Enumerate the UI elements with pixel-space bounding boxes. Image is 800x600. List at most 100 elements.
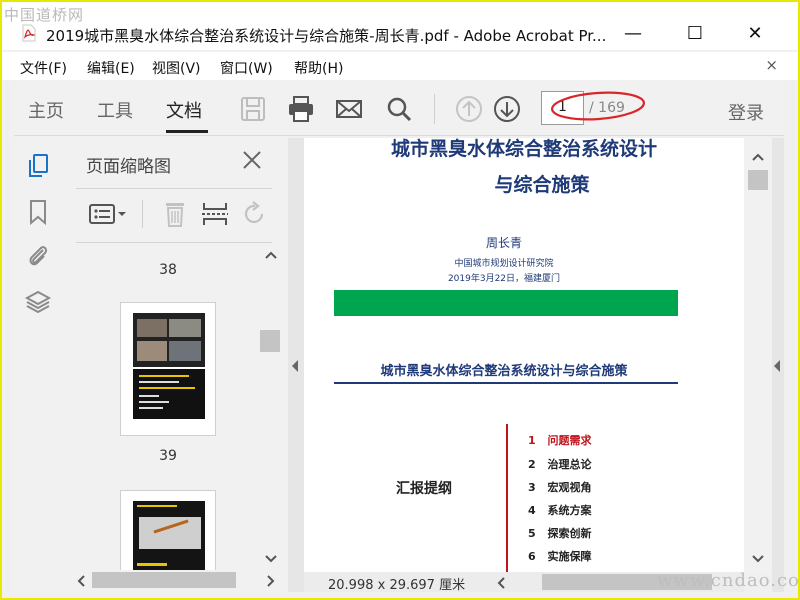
window-close-button[interactable]: ✕ [732, 22, 778, 46]
page-thumbnails-panel: 页面缩略图 38 39 [66, 138, 288, 592]
thumbnail-photo-block [133, 313, 205, 367]
outline-item-text: 宏观视角 [547, 481, 592, 494]
scrollbar-thumb[interactable] [260, 330, 280, 352]
expand-right-arrow-icon[interactable] [774, 360, 780, 372]
rotate-icon[interactable] [240, 200, 270, 228]
document-author: 周长青 [485, 236, 522, 250]
page-size-label: 20.998 x 29.697 厘米 [328, 578, 466, 593]
collapse-left-arrow-icon[interactable] [292, 360, 298, 372]
scroll-up-arrow-icon[interactable] [264, 250, 278, 260]
menu-window[interactable]: 窗口(W) [220, 58, 273, 78]
document-institute: 中国城市规划设计研究院 [454, 259, 554, 269]
outline-item-text: 探索创新 [547, 527, 592, 540]
save-icon[interactable] [238, 94, 268, 124]
menu-bar: 文件(F) 编辑(E) 视图(V) 窗口(W) 帮助(H) × [2, 52, 798, 80]
attachment-icon[interactable] [24, 242, 52, 270]
window-title: 2019城市黑臭水体综合整治系统设计与综合施策-周长青.pdf - Adobe … [46, 27, 607, 45]
collapse-right-panel-handle[interactable] [772, 138, 784, 592]
search-icon[interactable] [384, 94, 414, 124]
title-bar: 中国道桥网 2019城市黑臭水体综合整治系统设计与综合施策-周长青.pdf - … [2, 2, 798, 50]
scrollbar-thumb[interactable] [748, 170, 768, 190]
print-icon[interactable] [286, 94, 316, 124]
thumbnail-horizontal-scrollbar[interactable] [70, 570, 282, 590]
scroll-down-arrow-icon[interactable] [264, 554, 278, 564]
outline-divider [506, 424, 508, 572]
panel-title: 页面缩略图 [86, 157, 171, 177]
outline-item-5: 5 探索创新 [528, 525, 592, 541]
layers-icon[interactable] [24, 288, 52, 316]
menu-edit[interactable]: 编辑(E) [87, 58, 135, 78]
app-window: 中国道桥网 2019城市黑臭水体综合整治系统设计与综合施策-周长青.pdf - … [0, 0, 800, 600]
login-button[interactable]: 登录 [728, 99, 764, 125]
outline-item-text: 实施保障 [547, 550, 592, 563]
panel-divider [76, 188, 272, 189]
outline-item-number: 4 [528, 504, 536, 517]
active-tab-indicator [166, 130, 208, 133]
thumbnail-text-block [133, 369, 205, 419]
options-menu-icon[interactable] [88, 200, 128, 228]
previous-page-icon[interactable] [454, 94, 484, 124]
next-page-icon[interactable] [492, 94, 522, 124]
email-icon[interactable] [334, 94, 364, 124]
close-document-button[interactable]: × [765, 56, 778, 74]
maximize-button[interactable]: ☐ [672, 22, 718, 46]
outline-item-number: 3 [528, 481, 536, 494]
tab-home[interactable]: 主页 [28, 97, 64, 123]
navigation-rail [14, 138, 68, 592]
outline-item-number: 1 [528, 434, 536, 447]
scroll-down-arrow-icon[interactable] [751, 554, 765, 564]
thumbnail-page-40[interactable] [120, 490, 216, 570]
close-icon[interactable] [240, 148, 264, 172]
delete-icon[interactable] [160, 200, 190, 228]
outline-item-1: 1 问题需求 [528, 432, 592, 448]
scroll-left-arrow-icon[interactable] [76, 575, 86, 587]
section-rule [334, 382, 678, 384]
outline-item-2: 2 治理总论 [528, 456, 592, 472]
tab-document[interactable]: 文档 [166, 97, 202, 123]
outline-item-text: 系统方案 [547, 504, 592, 517]
outline-item-number: 5 [528, 527, 536, 540]
scroll-right-arrow-icon[interactable] [266, 575, 276, 587]
section-title: 城市黑臭水体综合整治系统设计与综合施策 [380, 364, 628, 379]
thumbnail-page-number: 38 [159, 262, 177, 278]
panel-toolbar-divider [142, 200, 143, 228]
document-view: 城市黑臭水体综合整治系统设计 与综合施策 周长青 中国城市规划设计研究院 201… [304, 138, 744, 572]
extract-pages-icon[interactable] [200, 200, 230, 228]
scroll-up-arrow-icon[interactable] [751, 152, 765, 162]
thumbnail-list: 38 39 [70, 244, 256, 570]
scrollbar-thumb[interactable] [92, 572, 236, 588]
tab-tools[interactable]: 工具 [97, 97, 133, 123]
collapse-left-panel-handle[interactable] [288, 138, 304, 592]
outline-item-text: 问题需求 [547, 434, 592, 447]
thumbnail-vertical-scrollbar[interactable] [260, 244, 282, 570]
menu-help[interactable]: 帮助(H) [294, 58, 343, 78]
pdf-file-icon [22, 24, 36, 42]
outline-label: 汇报提纲 [396, 481, 452, 497]
bookmark-icon[interactable] [24, 198, 52, 226]
menu-file[interactable]: 文件(F) [20, 58, 67, 78]
outline-item-3: 3 宏观视角 [528, 479, 592, 495]
panel-divider [76, 242, 272, 243]
outline-item-number: 6 [528, 550, 536, 563]
menu-view[interactable]: 视图(V) [152, 58, 201, 78]
toolbar-divider [434, 94, 435, 124]
main-toolbar: 主页 工具 文档 1 / 169 登录 [14, 82, 784, 136]
page-thumbnails-icon[interactable] [24, 152, 52, 180]
scroll-left-arrow-icon[interactable] [496, 577, 506, 589]
outline-item-6: 6 实施保障 [528, 548, 592, 564]
site-watermark: 中国道桥网 [4, 6, 85, 24]
document-heading-line2: 与综合施策 [494, 174, 590, 196]
document-date-place: 2019年3月22日，福建厦门 [447, 274, 561, 284]
document-heading-line1: 城市黑臭水体综合整治系统设计 [390, 138, 657, 160]
green-banner [334, 290, 678, 316]
thumbnail-page-39[interactable] [120, 302, 216, 436]
thumbnail-page-number: 39 [159, 448, 177, 464]
document-vertical-scrollbar[interactable] [744, 138, 772, 572]
outline-item-4: 4 系统方案 [528, 502, 592, 518]
minimize-button[interactable]: — [610, 22, 656, 46]
outline-item-text: 治理总论 [547, 458, 592, 471]
site-watermark: www.cndao.com [657, 570, 800, 591]
outline-item-number: 2 [528, 458, 536, 471]
red-ellipse-annotation [551, 91, 645, 121]
thumbnail-diagram-block [133, 501, 205, 570]
